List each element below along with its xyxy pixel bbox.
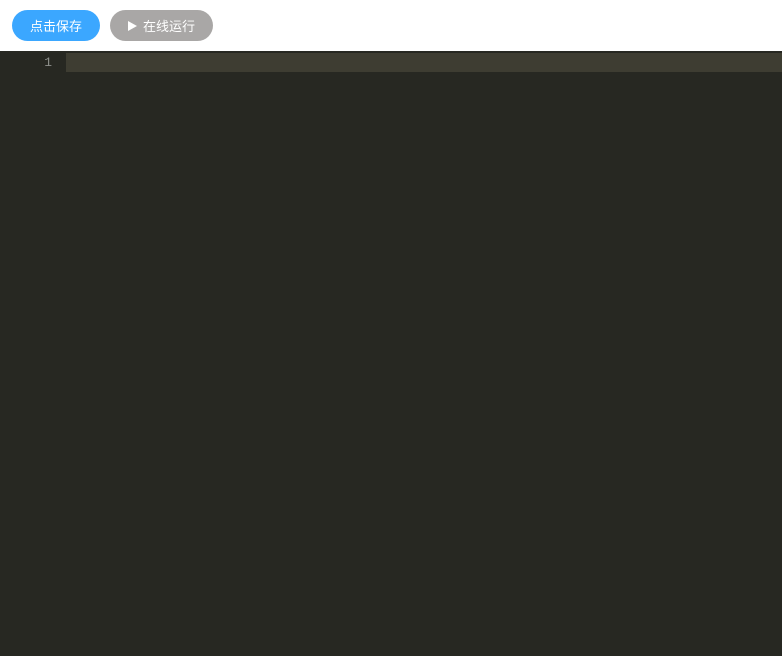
line-number: 1 [0,53,52,72]
run-button[interactable]: 在线运行 [110,10,213,41]
code-area[interactable] [66,51,782,656]
code-line[interactable] [66,53,782,72]
toolbar: 点击保存 在线运行 [0,0,782,51]
play-icon [128,21,137,31]
save-button-label: 点击保存 [30,16,82,35]
save-button[interactable]: 点击保存 [12,10,100,41]
run-button-label: 在线运行 [143,16,195,35]
line-gutter: 1 [0,51,66,656]
code-editor[interactable]: 1 [0,51,782,656]
